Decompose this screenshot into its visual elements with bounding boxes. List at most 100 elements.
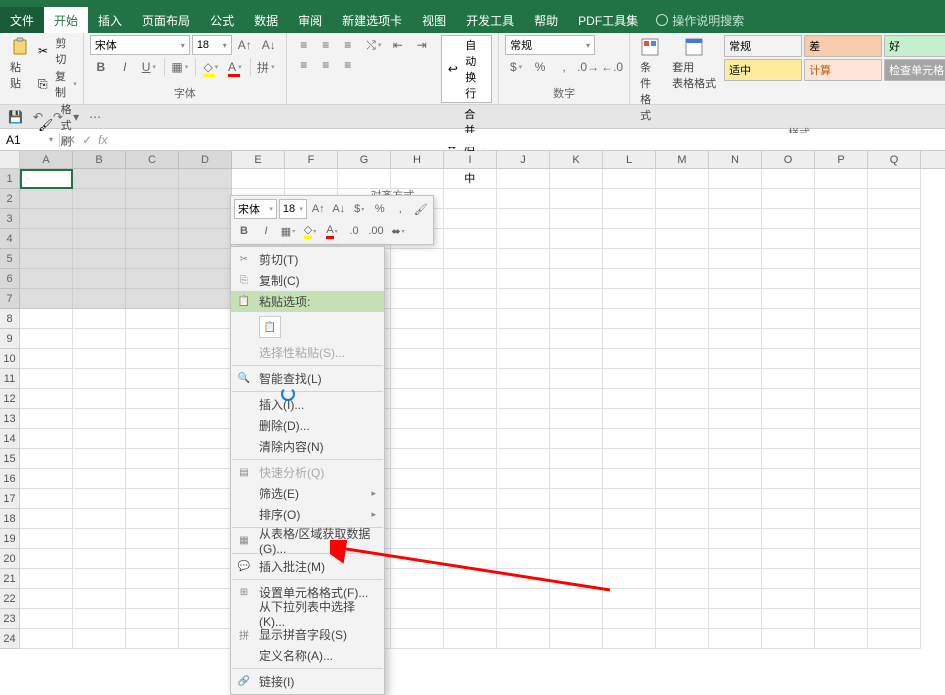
cell-K1[interactable]	[550, 169, 603, 189]
cell-A23[interactable]	[20, 609, 73, 629]
cell-H8[interactable]	[391, 309, 444, 329]
cell-I18[interactable]	[444, 509, 497, 529]
tab-insert[interactable]: 插入	[88, 7, 132, 33]
cell-K15[interactable]	[550, 449, 603, 469]
col-header-J[interactable]: J	[497, 151, 550, 168]
cell-B9[interactable]	[73, 329, 126, 349]
cell-K21[interactable]	[550, 569, 603, 589]
tell-me-search[interactable]: 操作说明搜索	[656, 7, 744, 33]
cell-L1[interactable]	[603, 169, 656, 189]
cell-H12[interactable]	[391, 389, 444, 409]
cell-K20[interactable]	[550, 549, 603, 569]
cell-J23[interactable]	[497, 609, 550, 629]
cell-C7[interactable]	[126, 289, 179, 309]
cell-K10[interactable]	[550, 349, 603, 369]
cell-O16[interactable]	[762, 469, 815, 489]
increase-decimal-icon[interactable]: .0→	[577, 57, 599, 77]
cell-J7[interactable]	[497, 289, 550, 309]
mini-font-color-icon[interactable]: A	[322, 221, 342, 241]
cell-B22[interactable]	[73, 589, 126, 609]
style-check[interactable]: 检查单元格	[884, 59, 945, 81]
cell-N20[interactable]	[709, 549, 762, 569]
cell-Q23[interactable]	[868, 609, 921, 629]
cell-D3[interactable]	[179, 209, 232, 229]
cell-P15[interactable]	[815, 449, 868, 469]
cell-I17[interactable]	[444, 489, 497, 509]
cell-B7[interactable]	[73, 289, 126, 309]
cell-N21[interactable]	[709, 569, 762, 589]
cell-I20[interactable]	[444, 549, 497, 569]
row-header-13[interactable]: 13	[0, 409, 20, 429]
cell-M1[interactable]	[656, 169, 709, 189]
col-header-K[interactable]: K	[550, 151, 603, 168]
font-name-combo[interactable]: 宋体▾	[90, 35, 190, 55]
cell-C15[interactable]	[126, 449, 179, 469]
col-header-E[interactable]: E	[232, 151, 285, 168]
fx-icon[interactable]: fx	[98, 133, 107, 147]
cell-O23[interactable]	[762, 609, 815, 629]
cell-H5[interactable]	[391, 249, 444, 269]
cell-L9[interactable]	[603, 329, 656, 349]
cell-J8[interactable]	[497, 309, 550, 329]
cell-L12[interactable]	[603, 389, 656, 409]
cell-N8[interactable]	[709, 309, 762, 329]
cell-L2[interactable]	[603, 189, 656, 209]
cell-I22[interactable]	[444, 589, 497, 609]
cell-I19[interactable]	[444, 529, 497, 549]
cell-P6[interactable]	[815, 269, 868, 289]
ctx-filter[interactable]: 筛选(E)▸	[231, 483, 384, 504]
cell-C8[interactable]	[126, 309, 179, 329]
cell-L17[interactable]	[603, 489, 656, 509]
mini-italic-icon[interactable]: I	[256, 221, 276, 241]
increase-font-icon[interactable]: A↑	[234, 35, 256, 55]
cell-P20[interactable]	[815, 549, 868, 569]
mini-percent-icon[interactable]: %	[371, 199, 390, 219]
cell-Q21[interactable]	[868, 569, 921, 589]
cell-M22[interactable]	[656, 589, 709, 609]
cell-J14[interactable]	[497, 429, 550, 449]
cell-J6[interactable]	[497, 269, 550, 289]
cell-K8[interactable]	[550, 309, 603, 329]
cell-C6[interactable]	[126, 269, 179, 289]
cell-H14[interactable]	[391, 429, 444, 449]
cell-I14[interactable]	[444, 429, 497, 449]
cell-I4[interactable]	[444, 229, 497, 249]
cell-O1[interactable]	[762, 169, 815, 189]
col-header-B[interactable]: B	[73, 151, 126, 168]
mini-increase-font-icon[interactable]: A↑	[309, 199, 328, 219]
cell-I2[interactable]	[444, 189, 497, 209]
cell-D24[interactable]	[179, 629, 232, 649]
cell-B18[interactable]	[73, 509, 126, 529]
cell-I10[interactable]	[444, 349, 497, 369]
cell-A4[interactable]	[20, 229, 73, 249]
cell-B2[interactable]	[73, 189, 126, 209]
cell-I24[interactable]	[444, 629, 497, 649]
cell-K2[interactable]	[550, 189, 603, 209]
cell-P9[interactable]	[815, 329, 868, 349]
mini-fill-color-icon[interactable]: ◇	[300, 221, 320, 241]
mini-accounting-icon[interactable]: $	[350, 199, 369, 219]
col-header-N[interactable]: N	[709, 151, 762, 168]
cell-O2[interactable]	[762, 189, 815, 209]
cell-Q20[interactable]	[868, 549, 921, 569]
cell-P19[interactable]	[815, 529, 868, 549]
cell-I3[interactable]	[444, 209, 497, 229]
cell-K4[interactable]	[550, 229, 603, 249]
cell-O22[interactable]	[762, 589, 815, 609]
cell-C10[interactable]	[126, 349, 179, 369]
cell-O19[interactable]	[762, 529, 815, 549]
select-all-corner[interactable]	[0, 151, 20, 168]
col-header-G[interactable]: G	[338, 151, 391, 168]
cell-M10[interactable]	[656, 349, 709, 369]
cell-O17[interactable]	[762, 489, 815, 509]
percent-format-button[interactable]: %	[529, 57, 551, 77]
cell-M15[interactable]	[656, 449, 709, 469]
cell-C9[interactable]	[126, 329, 179, 349]
cell-N23[interactable]	[709, 609, 762, 629]
cell-B14[interactable]	[73, 429, 126, 449]
cell-C2[interactable]	[126, 189, 179, 209]
row-header-2[interactable]: 2	[0, 189, 20, 209]
cell-A18[interactable]	[20, 509, 73, 529]
cell-L14[interactable]	[603, 429, 656, 449]
cell-M12[interactable]	[656, 389, 709, 409]
